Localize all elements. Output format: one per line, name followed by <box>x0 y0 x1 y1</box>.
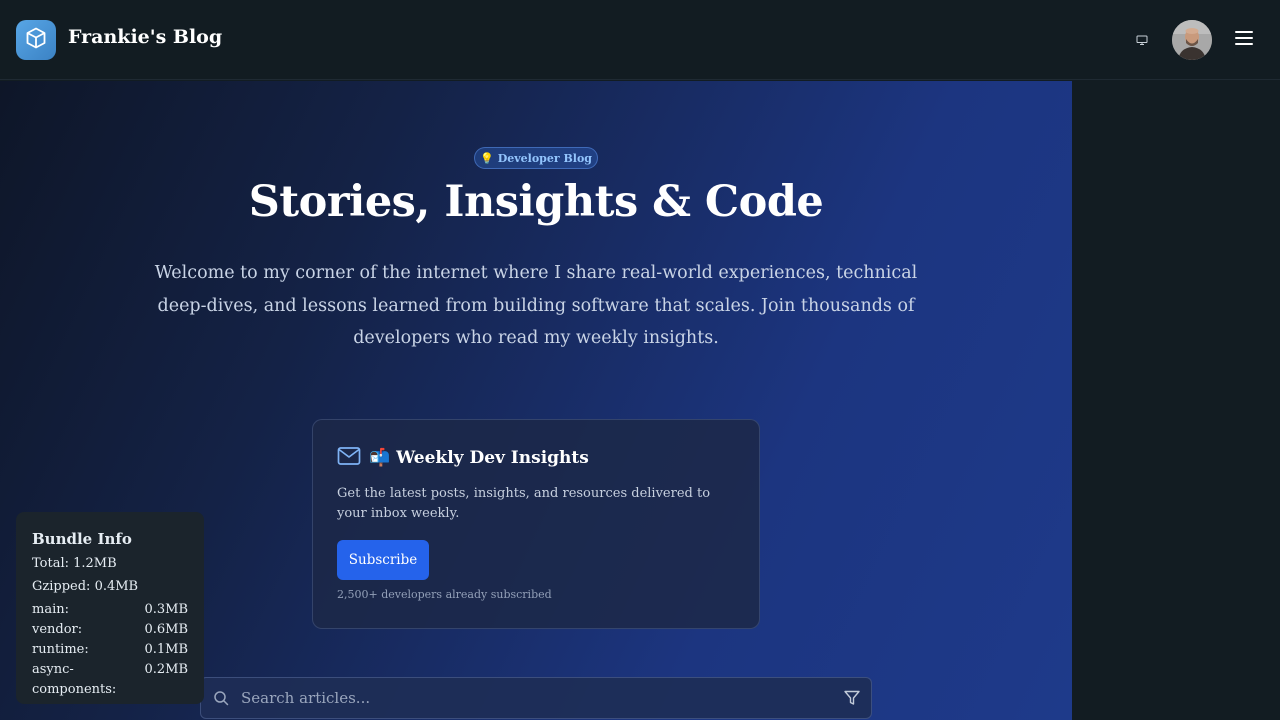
lightbulb-icon: 💡 <box>480 151 494 165</box>
right-panel <box>1072 81 1280 720</box>
search-bar[interactable] <box>200 677 872 719</box>
monitor-icon <box>1136 31 1148 50</box>
page-title: Stories, Insights & Code <box>248 177 824 227</box>
chunk-size: 0.1MB <box>144 642 188 657</box>
chunk-name: runtime: <box>32 642 89 657</box>
mail-icon <box>337 446 361 470</box>
cube-icon <box>24 26 48 54</box>
bundle-info-title: Bundle Info <box>32 530 132 548</box>
hero-description: Welcome to my corner of the internet whe… <box>154 263 918 348</box>
hamburger-menu-icon <box>1234 30 1254 50</box>
site-title[interactable]: Frankie's Blog <box>68 26 222 48</box>
bundle-total: Total: 1.2MB <box>32 556 117 571</box>
bundle-info-panel: Bundle Info Total: 1.2MB Gzipped: 0.4MB … <box>16 512 204 704</box>
bundle-gzipped: Gzipped: 0.4MB <box>32 579 139 594</box>
menu-button[interactable] <box>1232 28 1256 52</box>
newsletter-title: 📬 Weekly Dev Insights <box>369 448 589 468</box>
filter-icon[interactable] <box>843 689 861 711</box>
bundle-chunk-row: async-components: 0.2MB <box>32 660 188 700</box>
chunk-size: 0.2MB <box>144 662 188 677</box>
chunk-name: vendor: <box>32 622 83 637</box>
bundle-chunk-row: runtime: 0.1MB <box>32 640 188 660</box>
search-input[interactable] <box>241 686 831 710</box>
category-badge: 💡 Developer Blog <box>474 147 598 169</box>
newsletter-description: Get the latest posts, insights, and reso… <box>337 486 711 521</box>
subscriber-count: 2,500+ developers already subscribed <box>337 588 552 601</box>
newsletter-card: 📬 Weekly Dev Insights Get the latest pos… <box>312 419 760 629</box>
bundle-chunk-row: vendor: 0.6MB <box>32 620 188 640</box>
logo[interactable] <box>16 20 56 60</box>
bundle-chunk-list: main: 0.3MB vendor: 0.6MB runtime: 0.1MB… <box>32 600 188 700</box>
badge-label: Developer Blog <box>497 151 592 165</box>
site-header: Frankie's Blog <box>0 0 1280 80</box>
newsletter-header: 📬 Weekly Dev Insights <box>337 446 589 470</box>
chunk-size: 0.6MB <box>144 622 188 637</box>
subscribe-button[interactable]: Subscribe <box>337 540 429 580</box>
avatar[interactable] <box>1172 20 1212 60</box>
chunk-name: main: <box>32 602 69 617</box>
chunk-size: 0.3MB <box>144 602 188 617</box>
bundle-chunk-row: main: 0.3MB <box>32 600 188 620</box>
search-icon <box>213 690 229 710</box>
chunk-name: async-components: <box>32 662 117 697</box>
theme-toggle-button[interactable] <box>1130 28 1154 52</box>
